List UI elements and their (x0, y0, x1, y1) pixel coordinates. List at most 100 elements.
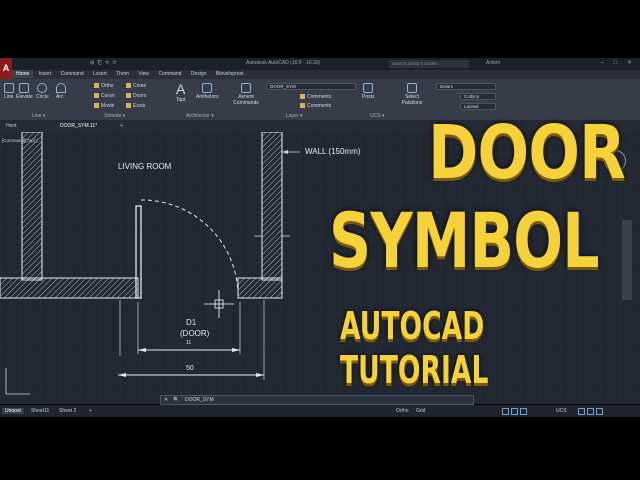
document-tabs: Hent DOOR_SYM.11* + (0, 121, 640, 132)
polyline-icon (19, 83, 30, 93)
command-input[interactable]: DOOR_SYM (185, 397, 214, 403)
ribbon: Line Elevate Circle Arc Ortho Ceran Movi… (0, 79, 640, 121)
navigation-bar[interactable] (622, 220, 632, 300)
lineweight-dropdown[interactable]: Lanieal (460, 103, 496, 110)
tab-them[interactable]: Them (112, 70, 133, 78)
move-icon (94, 83, 99, 89)
layout-tab-model[interactable]: Unoost (2, 408, 24, 414)
fullscreen-icon (596, 408, 603, 415)
tab-insert[interactable]: Insert (35, 70, 56, 78)
tab-design[interactable]: Design (187, 70, 211, 78)
command-prompt-icon: 🔍 (173, 397, 180, 403)
grid-toggle[interactable]: Grid (416, 408, 425, 414)
door-width-dim-text: 11 (186, 340, 192, 346)
line-icon (4, 83, 14, 93)
arc-tool[interactable]: Arc (56, 83, 66, 100)
osnap-icon (520, 408, 527, 415)
tab-view[interactable]: View (134, 70, 153, 78)
snap-icon (502, 408, 509, 415)
layer-row-1[interactable]: Comments (300, 94, 331, 100)
wall-bottom-left (0, 277, 139, 299)
tab-lssert[interactable]: Lssert (89, 70, 111, 78)
doc-tab-start[interactable]: Hent (6, 123, 17, 129)
line-tool[interactable]: Line (4, 83, 14, 100)
block-insert-icon (241, 83, 251, 93)
doc-tab-door-sym[interactable]: DOOR_SYM.11* (60, 123, 97, 129)
ortho-tool[interactable]: Ortho (94, 83, 114, 89)
tab-command-2[interactable]: Command (154, 70, 185, 78)
wall-bottom-right (237, 277, 283, 299)
scale-icon (126, 103, 131, 109)
viewcube-compass[interactable] (604, 150, 626, 172)
panel-label-line[interactable]: Line ▾ (32, 113, 45, 119)
status-bar: Unoost Sheet11 Sheet 2 + Ortho Grid UCS (0, 405, 640, 417)
select-cursor-icon (407, 83, 417, 93)
snap-buttons[interactable] (500, 408, 527, 417)
text-a-icon: A (176, 81, 186, 97)
letterbox-bottom (0, 417, 640, 480)
window-controls[interactable]: – □ ✕ (601, 59, 636, 66)
settings-icon (587, 408, 594, 415)
group-icon (363, 83, 374, 93)
dimension-icon (202, 83, 213, 93)
door-tag-type: (DOOR) (180, 329, 210, 338)
tab-command[interactable]: Command (57, 70, 88, 78)
panel-label-layer[interactable]: Layer ▾ (286, 113, 302, 119)
annotation-tool[interactable]: Antihetors (196, 83, 219, 100)
layout-tab-sheet2[interactable]: Sheet 2 (56, 408, 79, 414)
circle-icon (37, 83, 48, 93)
tab-develop[interactable]: Bieveloprest (212, 70, 248, 78)
drawing-svg (0, 132, 640, 404)
doors-tool[interactable]: Doors (126, 93, 146, 99)
total-dim-text: 50 (186, 365, 194, 372)
tab-home[interactable]: Home (12, 70, 34, 78)
insert-block-tool[interactable]: Axnent Commands (232, 83, 260, 106)
panel-label-strinote[interactable]: Strinote ▾ (104, 113, 125, 119)
layer-state-icon (300, 103, 305, 109)
text-tool[interactable]: A Tapt (176, 81, 185, 103)
panel-label-architectur[interactable]: Architectur ▾ (186, 113, 214, 119)
ribbon-tabs: Home Insert Command Lssert Them View Com… (12, 70, 640, 79)
rotate-icon (94, 93, 99, 99)
polar-icon (511, 408, 518, 415)
exsts-tool[interactable]: Exsts (126, 103, 145, 109)
posts-tool[interactable]: Posts (362, 83, 375, 100)
color-dropdown[interactable]: Delors (436, 83, 496, 90)
panel-label-ucs[interactable]: UCS ▾ (370, 113, 384, 119)
quick-access-toolbar[interactable]: ⊞ ⎗ ⟲ ⟳ (90, 60, 118, 66)
layer-dropdown[interactable]: DOOR_SYM (266, 83, 356, 90)
circle-tool[interactable]: Circle (36, 83, 49, 100)
viewport-controls[interactable]: [Command][Top] [...] (2, 138, 43, 143)
ceran-tool[interactable]: Ceran (94, 93, 115, 99)
stretch-icon (94, 103, 99, 109)
layer-row-2[interactable]: Comments (300, 103, 331, 109)
wall-left (21, 132, 43, 281)
status-tools[interactable] (576, 408, 603, 417)
window-title: Autodesk AutoCAD (16:9 - 16:30) (246, 60, 321, 66)
room-label: LIVING ROOM (118, 162, 172, 171)
door-tag-id: D1 (186, 318, 197, 327)
elevate-tool[interactable]: Elevate (16, 83, 33, 100)
ucs-status[interactable]: UCS (556, 408, 567, 414)
command-line[interactable]: ✕ 🔍 DOOR_SYM (160, 395, 474, 405)
layout-tab-sheet11[interactable]: Sheet11 (28, 408, 52, 414)
add-layout-button[interactable]: + (86, 408, 95, 414)
crsee-tool[interactable]: Crsee (126, 83, 146, 89)
wall-right (261, 132, 283, 281)
new-doc-tab-button[interactable]: + (120, 123, 123, 129)
close-icon[interactable]: ✕ (164, 397, 168, 403)
user-account[interactable]: Actom (486, 60, 500, 66)
title-bar: A ⊞ ⎗ ⟲ ⟳ Autodesk AutoCAD (16:9 - 16:30… (0, 58, 640, 82)
wall-label: WALL (150mm) (305, 147, 361, 156)
ortho-toggle[interactable]: Ortho (396, 408, 409, 414)
movie-tool[interactable]: Movie (94, 103, 114, 109)
select-tool[interactable]: Select Palations (400, 83, 424, 106)
search-input[interactable]: Search pelitor's modes (389, 60, 469, 68)
mirror-icon (126, 93, 131, 99)
drawing-canvas[interactable]: [Command][Top] [...] LIVING ROOM WALL (1… (0, 132, 640, 404)
arc-icon (56, 83, 66, 93)
layer-state-icon (300, 94, 305, 100)
workspace-icon (578, 408, 585, 415)
linetype-dropdown[interactable]: Coltsca (460, 93, 496, 100)
trim-icon (126, 83, 131, 89)
